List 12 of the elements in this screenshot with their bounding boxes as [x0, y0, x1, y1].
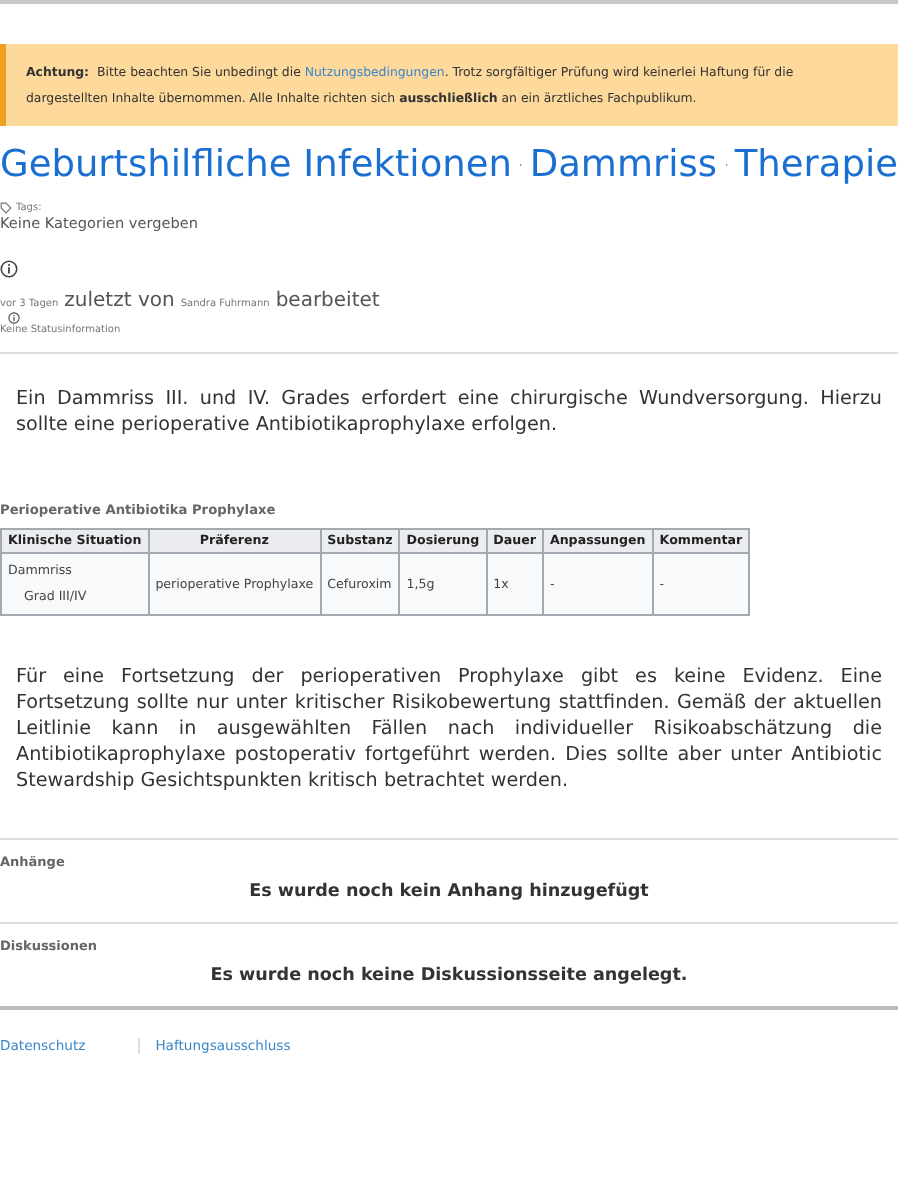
empty-message: Es wurde noch keine Diskussionsseite angelegt.	[208, 966, 690, 986]
intro-paragraph: Ein Dammriss III. und IV. Grades erfordert eine chirurgische Wundversorgung. Hierzu sollte eine perioperative Antibiotikaprophylaxe erfolgen.	[16, 386, 882, 438]
empty-message: Es wurde noch kein Anhang hinzugefügt	[247, 882, 651, 902]
breadcrumb-link[interactable]: Geburtshilfliche Infektionen	[0, 144, 512, 186]
edit-text: bearbeitet	[275, 290, 380, 312]
breadcrumb-link[interactable]: Therapie	[734, 144, 898, 186]
breadcrumb-link[interactable]: Dammriss	[529, 144, 717, 186]
tag-icon	[0, 202, 12, 214]
info-icon	[8, 312, 20, 324]
info-icon	[0, 260, 18, 278]
edit-text: zuletzt von	[64, 290, 175, 312]
body-paragraph: Für eine Fortsetzung der perioperativen Prophylaxe gibt es keine Evidenz. Eine Fortsetzung sollte nur unter kritischer Risikobewertung stattfinden. Gemäß der aktuellen Leitlinie kann in ausgewählten Fällen nach individueller Risikoabschätzung die Antibiotikaprophylaxe postoperativ fortgeführt werden. Dies sollte aber unter Antibiotic Stewardship Gesichtspunkten kritisch betrachtet werden.	[16, 664, 882, 794]
